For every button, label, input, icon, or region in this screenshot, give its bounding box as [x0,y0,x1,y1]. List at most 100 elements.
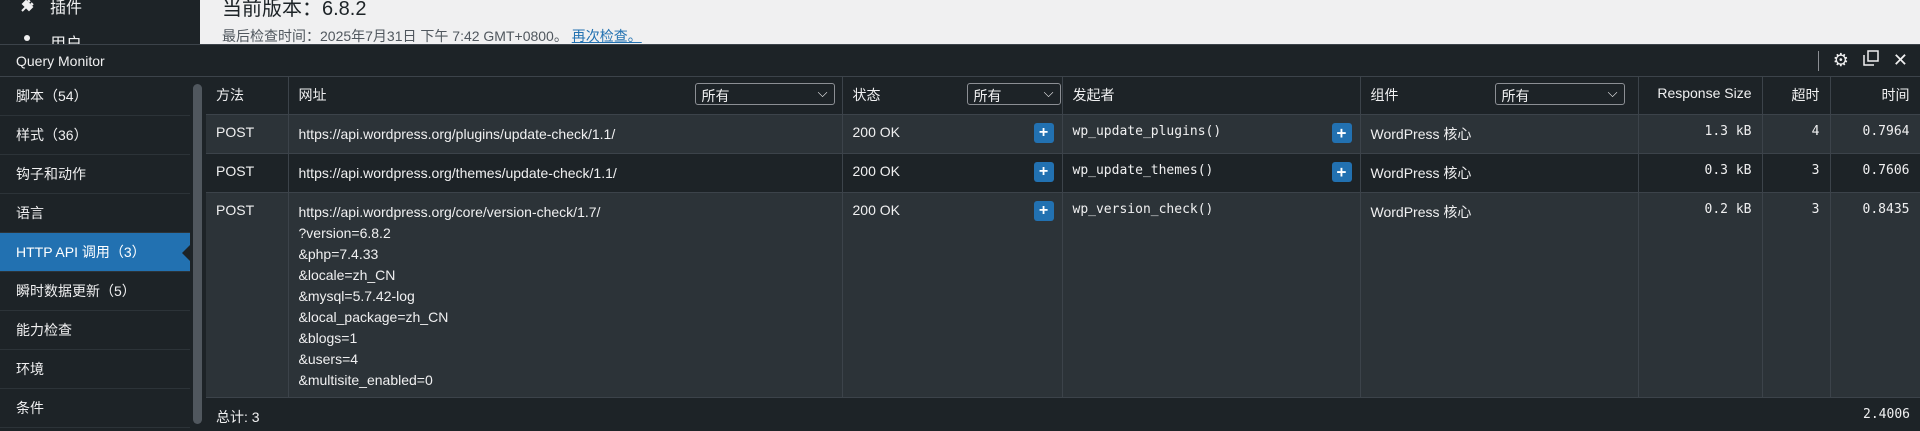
cell-time: 0.8435 [1830,192,1920,398]
nav-item-http-api[interactable]: HTTP API 调用（3） [0,233,190,272]
table-row: POST https://api.wordpress.org/core/vers… [206,192,1920,398]
recheck-link[interactable]: 再次检查。 [572,28,642,44]
close-icon[interactable]: ✕ [1893,50,1908,71]
url-filter-value: 所有 [701,88,730,104]
expand-plus-icon[interactable]: + [1033,122,1054,143]
cell-caller: wp_update_plugins() + [1062,114,1361,154]
col-header-url-label: 网址 [298,87,327,103]
col-header-timeout[interactable]: 超时 [1762,77,1831,115]
cell-time: 0.7964 [1830,114,1920,154]
cell-component: WordPress 核心 [1360,153,1639,193]
chevron-down-icon: ⌵ [817,85,828,100]
url-line: https://api.wordpress.org/themes/update-… [298,164,617,181]
sidebar-item-plugins[interactable]: 插件 [18,0,82,18]
cell-method: POST [206,192,289,398]
nav-item-environment[interactable]: 环境 [0,350,190,389]
sidebar-item-label: 插件 [50,0,83,17]
cell-component: WordPress 核心 [1360,114,1639,154]
plugin-icon [18,0,36,15]
http-requests-table: 方法 网址 所有 ⌵ 状态 所有 ⌵ 发起者 组件 所有 ⌵ Response … [206,77,1920,431]
url-line: &mysql=5.7.42-log [298,287,415,304]
current-version-title: 当前版本：6.8.2 [222,0,367,20]
qm-controls: ⚙ ✕ [1817,50,1908,71]
caller-text: wp_update_plugins() [1072,123,1222,139]
url-line: &php=7.4.33 [298,245,379,262]
col-header-component-label: 组件 [1370,87,1399,103]
cell-method: POST [206,114,289,154]
cell-status: 200 OK + [842,192,1063,398]
url-line: &locale=zh_CN [298,266,396,283]
nav-scrollbar[interactable] [193,84,202,424]
expand-plus-icon[interactable]: + [1033,200,1054,221]
table-row: POST https://api.wordpress.org/plugins/u… [206,114,1920,154]
url-line: &multisite_enabled=0 [298,371,433,388]
cell-caller: wp_update_themes() + [1062,153,1361,193]
divider [1817,50,1819,71]
cell-caller: wp_version_check() [1062,192,1361,398]
cell-status: 200 OK + [842,114,1063,154]
qm-title-bar: Query Monitor ⚙ ✕ [0,44,1920,77]
qm-panel-nav: 脚本（54） 样式（36） 钩子和动作 语言 HTTP API 调用（3） 瞬时… [0,77,190,431]
cell-url: https://api.wordpress.org/plugins/update… [288,114,843,154]
status-text: 200 OK [852,123,900,140]
last-checked-label: 最后检查时间：2025年7月31日 下午 7:42 GMT+0800。 [222,28,568,44]
status-text: 200 OK [852,162,900,179]
cell-response-size: 1.3 kB [1638,114,1763,154]
expand-plus-icon[interactable]: + [1331,161,1352,182]
cell-time: 0.7606 [1830,153,1920,193]
sidebar-item-label: 用户 [50,30,82,44]
table-header-row: 方法 网址 所有 ⌵ 状态 所有 ⌵ 发起者 组件 所有 ⌵ Response … [206,77,1920,115]
http-api-panel: 方法 网址 所有 ⌵ 状态 所有 ⌵ 发起者 组件 所有 ⌵ Response … [206,77,1920,431]
footer-total: 总计: 3 [206,397,1830,431]
footer-total-time: 2.4006 [1830,397,1920,431]
caller-text: wp_update_themes() [1072,162,1214,178]
cell-component: WordPress 核心 [1360,192,1639,398]
col-header-caller: 发起者 [1062,77,1361,115]
nav-item-transients[interactable]: 瞬时数据更新（5） [0,272,190,311]
cell-method: POST [206,153,289,193]
settings-gear-icon[interactable]: ⚙ [1833,50,1849,71]
wp-admin-sidebar: 插件 用户 [0,0,200,44]
nav-item-hooks[interactable]: 钩子和动作 [0,155,190,194]
table-row: POST https://api.wordpress.org/themes/up… [206,153,1920,193]
url-line: https://api.wordpress.org/plugins/update… [298,125,616,142]
col-header-response-size[interactable]: Response Size [1638,77,1763,115]
cell-url: https://api.wordpress.org/themes/update-… [288,153,843,193]
component-filter-value: 所有 [1501,88,1530,104]
last-checked-text: 最后检查时间：2025年7月31日 下午 7:42 GMT+0800。 再次检查… [222,26,642,46]
col-header-component: 组件 所有 ⌵ [1360,77,1639,115]
nav-item-conditionals[interactable]: 条件 [0,389,190,428]
url-line: &blogs=1 [298,329,358,346]
cell-status: 200 OK + [842,153,1063,193]
chevron-down-icon: ⌵ [1607,85,1618,100]
expand-plus-icon[interactable]: + [1033,161,1054,182]
qm-title: Query Monitor [16,53,105,69]
nav-item-capability-checks[interactable]: 能力检查 [0,311,190,350]
cell-timeout: 3 [1762,153,1831,193]
url-filter-select[interactable]: 所有 ⌵ [694,83,835,105]
sidebar-item-users[interactable]: 用户 [18,30,82,44]
table-footer-row: 总计: 3 2.4006 [206,397,1920,431]
caller-text: wp_version_check() [1072,201,1214,217]
status-filter-select[interactable]: 所有 ⌵ [966,83,1061,105]
status-filter-value: 所有 [973,88,1002,104]
user-icon [18,33,36,44]
col-header-url: 网址 所有 ⌵ [288,77,843,115]
expand-plus-icon[interactable]: + [1331,122,1352,143]
nav-item-styles[interactable]: 样式（36） [0,116,190,155]
cell-url: https://api.wordpress.org/core/version-c… [288,192,843,398]
cell-response-size: 0.2 kB [1638,192,1763,398]
wp-page-top: 插件 用户 当前版本：6.8.2 最后检查时间：2025年7月31日 下午 7:… [0,0,1920,44]
nav-item-scripts[interactable]: 脚本（54） [0,77,190,116]
col-header-status: 状态 所有 ⌵ [842,77,1063,115]
cell-response-size: 0.3 kB [1638,153,1763,193]
status-text: 200 OK [852,201,900,218]
nav-item-languages[interactable]: 语言 [0,194,190,233]
url-line: &local_package=zh_CN [298,308,449,325]
col-header-time[interactable]: 时间 [1830,77,1920,115]
component-filter-select[interactable]: 所有 ⌵ [1494,83,1625,105]
col-header-method: 方法 [206,77,289,115]
url-line: https://api.wordpress.org/core/version-c… [298,203,601,220]
pop-out-icon[interactable] [1863,50,1879,71]
chevron-down-icon: ⌵ [1043,85,1054,100]
